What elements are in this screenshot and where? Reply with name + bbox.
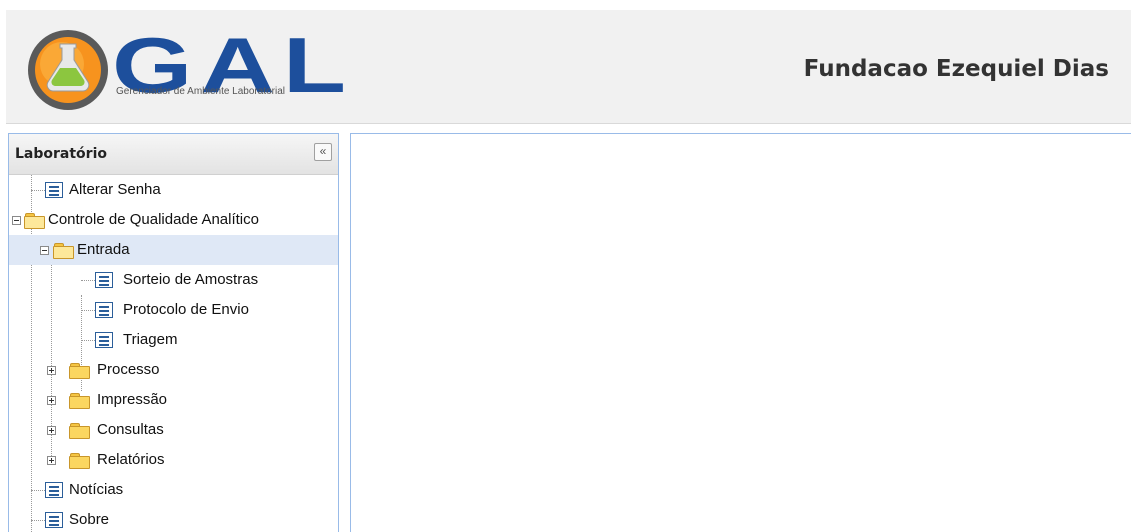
tree-item-protocolo-envio[interactable]: Protocolo de Envio (9, 295, 338, 325)
collapse-icon[interactable] (40, 246, 49, 255)
tree-item-label: Entrada (77, 241, 130, 258)
tree-item-label: Relatórios (97, 451, 165, 468)
tree-item-alterar-senha[interactable]: Alterar Senha (9, 175, 338, 205)
folder-icon (69, 423, 90, 439)
expand-icon[interactable] (47, 396, 56, 405)
tree-item-label: Controle de Qualidade Analítico (48, 211, 259, 228)
panel-title: Laboratório (15, 146, 107, 162)
document-icon (45, 182, 63, 198)
folder-open-icon (24, 213, 45, 229)
tree-item-entrada[interactable]: Entrada (9, 235, 338, 265)
folder-icon (69, 393, 90, 409)
expand-icon[interactable] (47, 426, 56, 435)
tree-item-label: Sobre (69, 511, 110, 528)
folder-icon (69, 453, 90, 469)
tree-item-impressao[interactable]: Impressão (9, 385, 338, 415)
tree-item-sobre[interactable]: Sobre (9, 505, 338, 532)
tree-item-label: Alterar Senha (69, 181, 161, 198)
tree-item-label: Processo (97, 361, 160, 378)
tree-item-relatorios[interactable]: Relatórios (9, 445, 338, 475)
navigation-panel: Laboratório « Alterar Senha Controle de … (8, 133, 339, 532)
tree-item-noticias[interactable]: Notícias (9, 475, 338, 505)
organization-title: Fundacao Ezequiel Dias (803, 56, 1109, 82)
app-header: GAL Gerenciador de Ambiente Laboratorial… (6, 10, 1131, 124)
tree-item-sorteio-amostras[interactable]: Sorteio de Amostras (9, 265, 338, 295)
document-icon (95, 302, 113, 318)
document-icon (95, 332, 113, 348)
expand-icon[interactable] (47, 366, 56, 375)
tree-item-label: Notícias (69, 481, 124, 498)
main-content-area (350, 133, 1131, 532)
tree-item-controle-qualidade[interactable]: Controle de Qualidade Analítico (9, 205, 338, 235)
document-icon (45, 482, 63, 498)
document-icon (95, 272, 113, 288)
folder-open-icon (53, 243, 74, 259)
panel-header: Laboratório « (9, 134, 338, 175)
logo-subtitle: Gerenciador de Ambiente Laboratorial (116, 86, 285, 97)
tree-item-consultas[interactable]: Consultas (9, 415, 338, 445)
tree-item-label: Triagem (123, 331, 178, 348)
folder-icon (69, 363, 90, 379)
tree-item-processo[interactable]: Processo (9, 355, 338, 385)
document-icon (45, 512, 63, 528)
tree-item-label: Consultas (97, 421, 164, 438)
collapse-icon[interactable] (12, 216, 21, 225)
expand-icon[interactable] (47, 456, 56, 465)
collapse-panel-button[interactable]: « (314, 143, 332, 161)
tree-item-label: Sorteio de Amostras (123, 271, 259, 288)
tree-item-triagem[interactable]: Triagem (9, 325, 338, 355)
tree-item-label: Protocolo de Envio (123, 301, 249, 318)
gal-logo: GAL (28, 21, 348, 110)
tree-item-label: Impressão (97, 391, 168, 408)
